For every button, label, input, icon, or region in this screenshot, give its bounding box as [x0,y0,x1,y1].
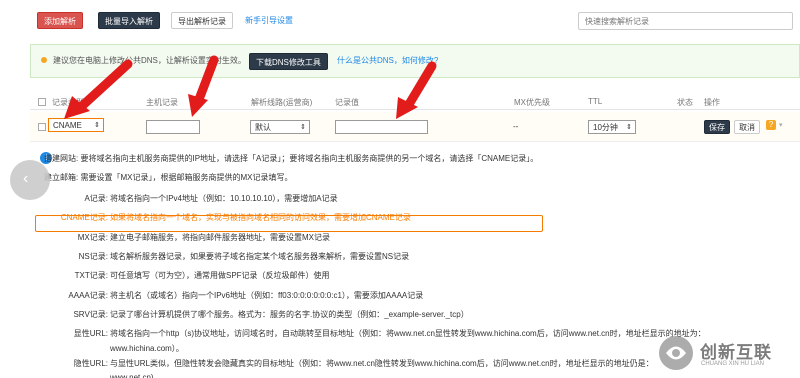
arrow-to-record-value [403,61,437,111]
logo-icon [659,336,693,370]
watermark-subtitle: CHUANG XIN HU LIAN [701,361,765,367]
arrowhead-icon [188,94,208,117]
watermark-logo: 创新互联 CHUANG XIN HU LIAN [655,328,800,378]
arrow-to-host-record [193,55,219,107]
arrow-to-record-type [77,59,133,111]
annotation-arrows [64,55,437,119]
watermark-title: 创新互联 [700,343,772,363]
